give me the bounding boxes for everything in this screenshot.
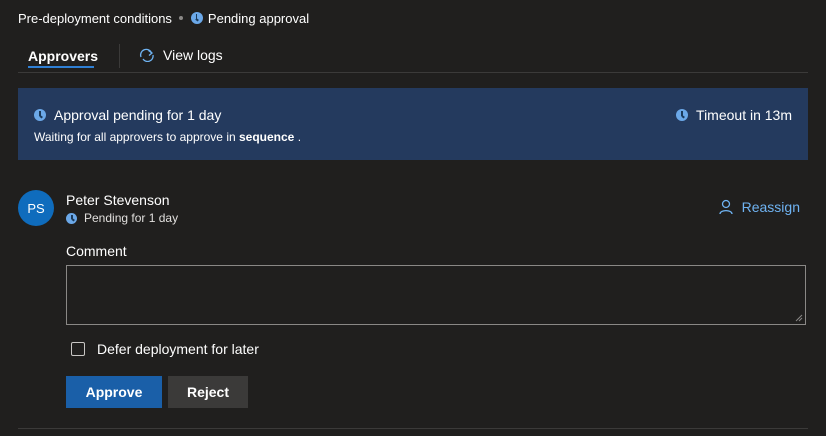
person-icon [718,199,733,215]
reassign-button[interactable]: Reassign [718,199,800,215]
approver-status-text: Pending for 1 day [84,211,179,225]
tab-active-indicator [28,66,94,68]
tab-bar: Approvers View logs [18,40,808,73]
approve-button[interactable]: Approve [66,376,162,408]
view-logs-link[interactable]: View logs [139,47,223,63]
banner-subtitle: Waiting for all approvers to approve in … [34,130,301,144]
comment-label: Comment [66,243,127,259]
banner-subtitle-prefix: Waiting for all approvers to approve in [34,130,236,144]
breadcrumb-separator-dot [178,16,183,20]
approver-name: Peter Stevenson [66,192,170,208]
clock-icon [34,109,46,121]
approver-status: Pending for 1 day [66,211,178,225]
avatar: PS [18,190,54,226]
banner-subtitle-emphasis: sequence [239,130,295,144]
approval-panel: Pre-deployment conditions Pending approv… [0,0,826,436]
banner-timeout-text: Timeout in 13m [696,107,792,123]
banner-title-text: Approval pending for 1 day [54,107,222,123]
defer-deployment-label: Defer deployment for later [97,341,259,357]
breadcrumb: Pre-deployment conditions Pending approv… [18,9,309,27]
refresh-arrow-icon [139,48,154,62]
banner-subtitle-suffix: . [297,130,302,144]
reassign-label: Reassign [741,199,800,215]
banner-timeout: Timeout in 13m [676,107,792,123]
clock-icon [190,12,203,24]
breadcrumb-status: Pending approval [207,10,310,26]
clock-icon [66,212,77,224]
clock-icon [676,109,689,121]
comment-textarea[interactable] [66,265,806,325]
reject-button[interactable]: Reject [168,376,248,408]
banner-title: Approval pending for 1 day [34,107,221,123]
tab-divider [119,44,120,68]
checkbox-box[interactable] [71,342,85,356]
view-logs-label: View logs [163,47,223,63]
breadcrumb-section: Pre-deployment conditions [18,10,172,26]
bottom-divider [18,428,808,429]
tab-approvers[interactable]: Approvers [28,48,98,64]
resize-grip-icon[interactable] [795,314,803,322]
approval-status-banner: Approval pending for 1 day Waiting for a… [18,88,808,160]
defer-deployment-checkbox[interactable]: Defer deployment for later [71,341,259,357]
